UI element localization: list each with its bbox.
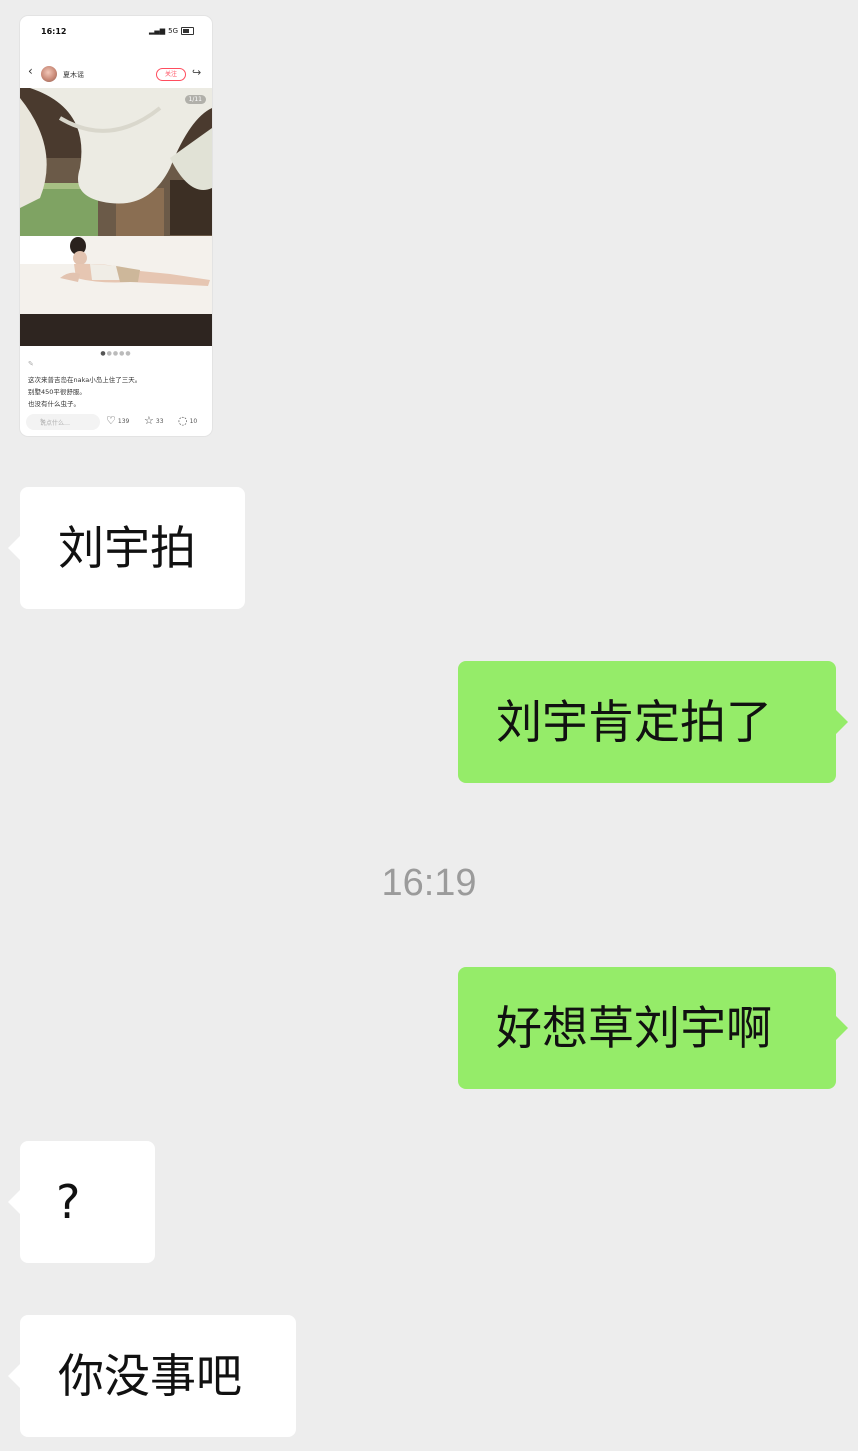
follow-button: 关注 — [156, 68, 186, 81]
image-counter: 1/11 — [184, 95, 206, 104]
embedded-status-time: 16:12 — [41, 27, 67, 36]
chat-timestamp: 16:19 — [381, 862, 477, 904]
message-bubble-received[interactable]: ? — [8, 1141, 155, 1263]
comment-input: ✎ 说点什么… — [26, 414, 100, 430]
author-avatar — [41, 66, 57, 82]
share-icon: ↪ — [192, 66, 202, 79]
post-action-bar: ✎ 说点什么… ♡ 139 ☆ 33 ◌ 10 — [26, 414, 208, 430]
star-icon: ☆ — [144, 414, 154, 427]
signal-icon: ▂▄▆ — [148, 27, 166, 35]
message-bubble-sent[interactable]: 好想草刘宇啊 — [458, 967, 848, 1089]
heart-icon: ♡ — [106, 414, 116, 427]
favorite-stat: ☆ 33 — [144, 415, 164, 427]
like-count: 139 — [117, 417, 130, 425]
message-bubble-received[interactable]: 刘宇拍 — [8, 487, 245, 609]
caption-line: 这次来普吉岛在naka小岛上住了三天。 — [28, 376, 142, 384]
battery-icon — [181, 27, 194, 35]
caption-line: 别墅450平很舒服。 — [28, 388, 86, 396]
message-text: 刘宇肯定拍了 — [496, 695, 772, 749]
chevron-left-icon: ‹ — [28, 64, 33, 78]
post-tag-icon: ✎ — [28, 360, 34, 368]
comment-count: 10 — [189, 417, 198, 425]
comment-stat: ◌ 10 — [178, 415, 197, 427]
carousel-dots: ●●●●● — [100, 350, 132, 357]
embedded-network-indicator: ▂▄▆ 5G — [149, 27, 194, 35]
embedded-post-header: ‹ 夏木谣 关注 ↪ — [20, 60, 212, 86]
embedded-status-bar: 16:12 ▂▄▆ 5G — [20, 16, 212, 48]
author-name: 夏木谣 — [63, 71, 84, 79]
post-caption: 这次来普吉岛在naka小岛上住了三天。 别墅450平很舒服。 也没有什么虫子。 — [28, 374, 208, 410]
message-text: 你没事吧 — [58, 1349, 242, 1403]
network-label: 5G — [168, 27, 178, 35]
comment-placeholder: 说点什么… — [40, 420, 71, 427]
caption-line: 也没有什么虫子。 — [28, 400, 80, 408]
message-text: 刘宇拍 — [58, 521, 196, 575]
comment-bubble-icon: ◌ — [178, 414, 188, 427]
post-photo — [20, 88, 212, 346]
message-bubble-sent[interactable]: 刘宇肯定拍了 — [458, 661, 848, 783]
message-text: ? — [56, 1175, 81, 1229]
like-stat: ♡ 139 — [106, 415, 129, 427]
shared-image-message[interactable]: 16:12 ▂▄▆ 5G ‹ 夏木谣 关注 ↪ 1/11 ●●●●● ✎ 这次来… — [20, 16, 212, 436]
message-bubble-received[interactable]: 你没事吧 — [8, 1315, 296, 1437]
message-text: 好想草刘宇啊 — [496, 1001, 772, 1055]
favorite-count: 33 — [155, 417, 164, 425]
